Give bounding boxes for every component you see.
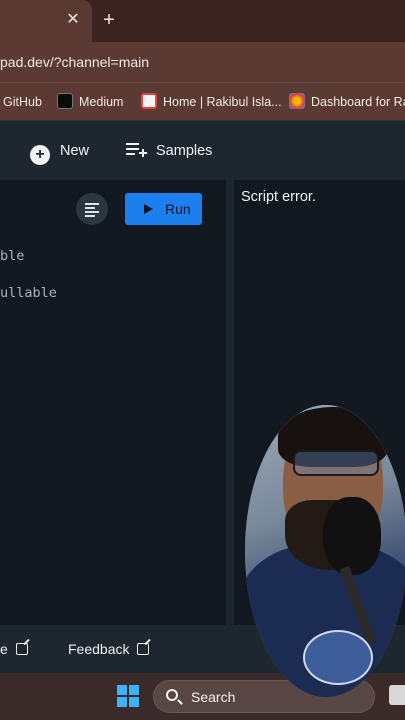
microphone-icon: [323, 497, 381, 575]
samples-label: Samples: [156, 143, 213, 159]
windows-start-icon[interactable]: [117, 685, 139, 707]
bookmark-dashboard[interactable]: Dashboard for Ra: [289, 93, 405, 111]
close-tab-icon[interactable]: ✕: [64, 10, 82, 30]
bookmark-home[interactable]: Home | Rakibul Isla...: [141, 93, 282, 111]
bookmark-github[interactable]: GitHub: [3, 93, 42, 111]
code-line: ullable: [0, 285, 57, 301]
browser-tab[interactable]: ✕: [0, 0, 92, 42]
code-line: ble: [0, 248, 25, 264]
shirt-sticker: [303, 630, 373, 685]
feedback-label: Feedback: [68, 641, 130, 657]
format-icon-line: [85, 207, 95, 209]
plus-icon: +: [30, 145, 50, 165]
external-link-icon: [137, 643, 150, 655]
new-button[interactable]: + New: [30, 140, 90, 165]
search-icon: [166, 689, 178, 701]
new-label: New: [60, 143, 90, 159]
footer-link[interactable]: e: [0, 640, 28, 658]
samples-button[interactable]: Samples: [126, 140, 212, 162]
webcam-overlay: [245, 405, 405, 697]
format-button[interactable]: [76, 193, 108, 225]
search-label: Search: [191, 689, 236, 705]
run-label: Run: [165, 201, 191, 217]
webcam-glasses: [293, 450, 379, 476]
browser-tab-strip: ✕ +: [0, 0, 405, 42]
panel-divider[interactable]: [226, 180, 234, 625]
medium-icon: [57, 93, 73, 109]
feedback-link[interactable]: Feedback: [68, 640, 150, 658]
bookmark-label: Medium: [79, 95, 124, 109]
footer-link-label: e: [0, 641, 8, 657]
format-icon-line: [85, 215, 95, 217]
play-icon: [144, 204, 153, 214]
url-text[interactable]: pad.dev/?channel=main: [0, 54, 149, 70]
bookmark-medium[interactable]: Medium: [57, 93, 123, 111]
code-editor[interactable]: Run ble ullable: [0, 180, 226, 625]
bookmarks-bar: GitHub Medium Home | Rakibul Isla... Das…: [0, 82, 405, 120]
bookmark-label: GitHub: [3, 95, 42, 109]
script-error-text: Script error.: [241, 189, 316, 205]
list-add-icon: [126, 143, 147, 157]
format-icon: [85, 203, 99, 205]
site-icon: [141, 93, 157, 109]
address-bar: pad.dev/?channel=main: [0, 42, 405, 82]
app-toolbar: + New Samples: [0, 120, 405, 180]
bookmark-label: Home | Rakibul Isla...: [163, 95, 282, 109]
bookmark-label: Dashboard for Ra: [311, 95, 405, 109]
new-tab-button[interactable]: +: [98, 8, 120, 32]
format-icon-line: [85, 211, 99, 213]
run-button[interactable]: Run: [125, 193, 202, 225]
external-link-icon: [15, 643, 28, 655]
dashboard-icon: [289, 93, 305, 109]
